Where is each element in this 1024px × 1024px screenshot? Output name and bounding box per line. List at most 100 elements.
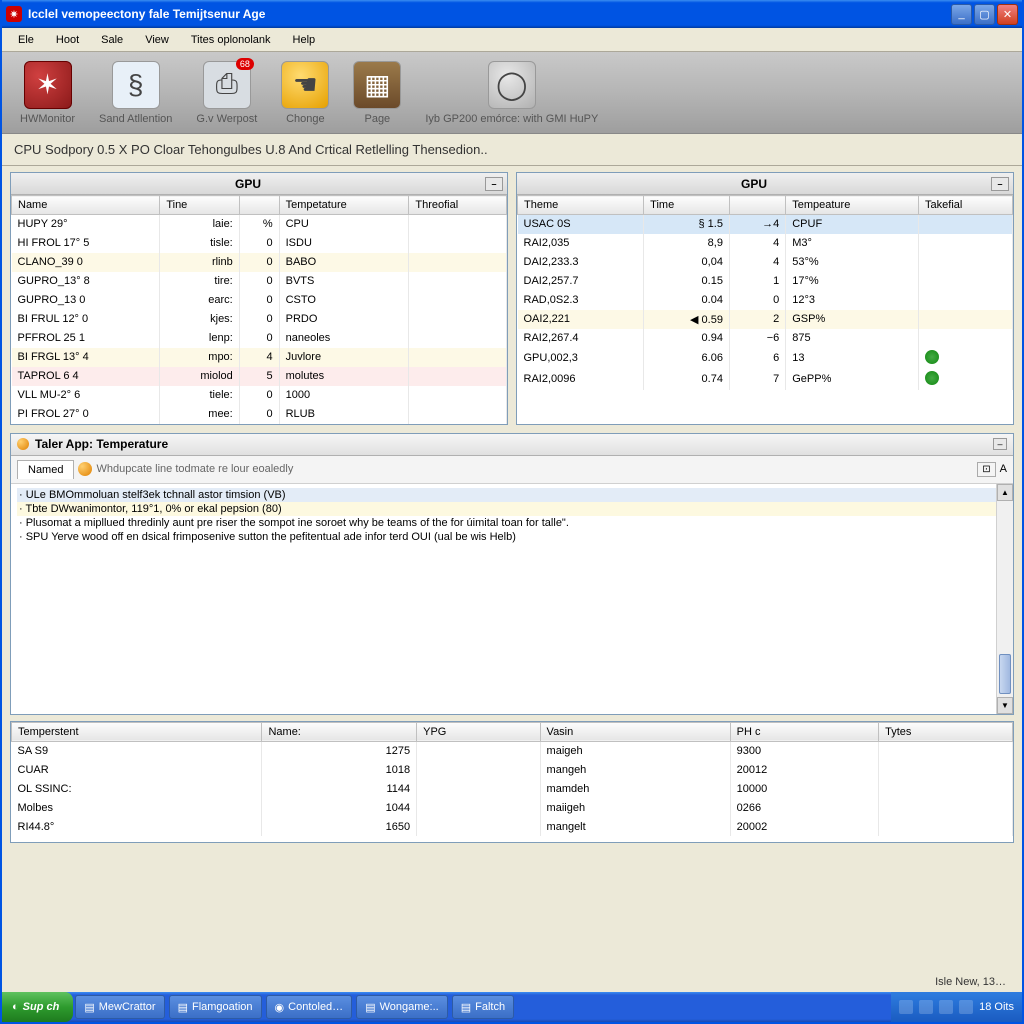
toolbar-page[interactable]: ▦Page xyxy=(345,57,409,129)
cell xyxy=(409,310,507,329)
cell: OAI2,221 xyxy=(518,310,644,329)
log-scrollbar[interactable]: ▲▼ xyxy=(996,484,1013,714)
table-row[interactable]: GUPRO_13 0earc:0CSTO xyxy=(12,291,507,310)
col-header[interactable]: Name: xyxy=(262,722,417,741)
toolbar-chonge[interactable]: ☚Chonge xyxy=(273,57,337,129)
toolbar-sand-atllention[interactable]: §Sand Atllention xyxy=(91,57,180,129)
cell: 4 xyxy=(239,348,279,367)
toolbar-icon: § xyxy=(112,61,160,109)
table-row[interactable]: PI FROL 27° 0mee:0RLUB xyxy=(12,405,507,424)
log-tab-named[interactable]: Named xyxy=(17,460,74,479)
log-line[interactable]: · SPU Yerve wood off en dsical frimposen… xyxy=(17,530,1007,544)
col-header[interactable]: Vasin xyxy=(540,722,730,741)
cell: Molbes xyxy=(12,798,262,817)
table-row[interactable]: RAD,0S2.30.04012°3 xyxy=(518,291,1013,310)
tray-icon[interactable] xyxy=(939,1000,953,1014)
col-header[interactable] xyxy=(729,196,785,215)
cell: ISDU xyxy=(279,234,409,253)
col-header[interactable]: Tempeature xyxy=(786,196,919,215)
col-header[interactable]: YPG xyxy=(417,722,540,741)
cell xyxy=(409,405,507,424)
col-header[interactable]: Tempetature xyxy=(279,196,409,215)
log-body[interactable]: · ULe BMOmmoluan stelf3ek tchnall astor … xyxy=(11,484,1013,714)
col-header[interactable]: Name xyxy=(12,196,160,215)
log-line[interactable]: · Plusomat a mipllued thredinly aunt pre… xyxy=(17,516,1007,530)
bottom-grid[interactable]: TemperstentName:YPGVasinPH cTytesSA S912… xyxy=(11,722,1013,837)
toolbar-g-v-werpost[interactable]: ⎙68G.v Werpost xyxy=(188,57,265,129)
col-header[interactable]: PH c xyxy=(730,722,878,741)
taskbar-item[interactable]: ▤Faltch xyxy=(452,995,514,1019)
right-grid[interactable]: ThemeTime TempeatureTakefialUSAC 0S§ 1.5→… xyxy=(517,195,1013,390)
menu-ele[interactable]: Ele xyxy=(8,31,44,49)
cell: 4 xyxy=(729,253,785,272)
bottom-grid-wrap[interactable]: TemperstentName:YPGVasinPH cTytesSA S912… xyxy=(10,721,1014,843)
tray-icon[interactable] xyxy=(919,1000,933,1014)
col-header[interactable]: Threofial xyxy=(409,196,507,215)
col-header[interactable]: Tine xyxy=(160,196,239,215)
col-header[interactable]: Tytes xyxy=(879,722,1013,741)
col-header[interactable]: Time xyxy=(644,196,730,215)
cell xyxy=(919,253,1013,272)
log-collapse[interactable]: – xyxy=(993,438,1007,450)
col-header[interactable]: Takefial xyxy=(919,196,1013,215)
tray-icon[interactable] xyxy=(959,1000,973,1014)
log-line[interactable]: · ULe BMOmmoluan stelf3ek tchnall astor … xyxy=(17,488,1007,502)
table-row[interactable]: RAI2,0358,94M3° xyxy=(518,234,1013,253)
task-label: MewCrattor xyxy=(99,1001,156,1013)
taskbar-item[interactable]: ▤Flamgoation xyxy=(169,995,262,1019)
cell: 0.94 xyxy=(644,329,730,348)
menu-tites oplonolank[interactable]: Tites oplonolank xyxy=(181,31,281,49)
taskbar-item[interactable]: ◉Contoled… xyxy=(266,995,353,1019)
table-row[interactable]: OL SSINC:1144mamdeh10000 xyxy=(12,779,1013,798)
table-row[interactable]: USAC 0S§ 1.5→4CPUF xyxy=(518,215,1013,234)
maximize-button[interactable]: ▢ xyxy=(974,4,995,25)
right-panel-collapse[interactable]: – xyxy=(991,177,1009,191)
menu-help[interactable]: Help xyxy=(283,31,326,49)
left-panel-collapse[interactable]: – xyxy=(485,177,503,191)
taskbar-item[interactable]: ▤Wongame:.. xyxy=(356,995,448,1019)
log-panel: Taler App: Temperature – Named Whdupcate… xyxy=(10,433,1014,715)
minimize-button[interactable]: _ xyxy=(951,4,972,25)
table-row[interactable]: GUPRO_13° 8tire:0BVTS xyxy=(12,272,507,291)
table-row[interactable]: HI FROL 17° 5tisle:0ISDU xyxy=(12,234,507,253)
col-header[interactable] xyxy=(239,196,279,215)
log-end-a[interactable]: A xyxy=(1000,463,1007,475)
table-row[interactable]: VLL MU-2° 6tiele:01000 xyxy=(12,386,507,405)
table-row[interactable]: CUAR1018mangeh20012 xyxy=(12,760,1013,779)
table-row[interactable]: RAI2,00960.747GePP% xyxy=(518,369,1013,390)
menu-view[interactable]: View xyxy=(135,31,179,49)
close-button[interactable]: ✕ xyxy=(997,4,1018,25)
table-row[interactable]: CLANO_39 0rlinb0BABO xyxy=(12,253,507,272)
left-grid[interactable]: NameTine TempetatureThreofialHUPY 29°laie… xyxy=(11,195,507,424)
taskbar-item[interactable]: ▤MewCrattor xyxy=(75,995,164,1019)
table-row[interactable]: RAI2,267.40.94−6875 xyxy=(518,329,1013,348)
table-row[interactable]: GPU,002,36.06613 xyxy=(518,348,1013,369)
table-row[interactable]: BI FRGL 13° 4mpo:4Juvlore xyxy=(12,348,507,367)
table-row[interactable]: RI44.8°1650mangelt20002 xyxy=(12,817,1013,836)
log-line[interactable]: · Tbte DWwanimontor, 119°1, 0% or ekal p… xyxy=(17,502,1007,516)
table-row[interactable]: SA S91275maigeh9300 xyxy=(12,741,1013,760)
col-header[interactable]: Theme xyxy=(518,196,644,215)
table-row[interactable]: BI FRUL 12° 0kjes:0PRDO xyxy=(12,310,507,329)
cell: 1000 xyxy=(279,386,409,405)
menu-sale[interactable]: Sale xyxy=(91,31,133,49)
col-header[interactable]: Temperstent xyxy=(12,722,262,741)
table-row[interactable]: Molbes1044maiigeh0266 xyxy=(12,798,1013,817)
tray-icon[interactable] xyxy=(899,1000,913,1014)
start-button[interactable]: ◐ Sup ch xyxy=(2,992,73,1022)
table-row[interactable]: OAI2,221◀ 0.592GSP% xyxy=(518,310,1013,329)
log-toggle[interactable]: ⊡ xyxy=(977,462,995,477)
cell: 0.04 xyxy=(644,291,730,310)
table-row[interactable]: PFFROL 25 1lenp:0naneoles xyxy=(12,329,507,348)
menu-hoot[interactable]: Hoot xyxy=(46,31,89,49)
tray-clock: 18 Oits xyxy=(979,1001,1014,1013)
tray-hint-text: Isle New, 13… xyxy=(935,976,1006,988)
table-row[interactable]: DAI2,233.30,04453°% xyxy=(518,253,1013,272)
toolbar-hwmonitor[interactable]: ✶HWMonitor xyxy=(12,57,83,129)
table-row[interactable]: TAPROL 6 4miolod5molutes xyxy=(12,367,507,386)
table-row[interactable]: HUPY 29°laie:%CPU xyxy=(12,215,507,234)
toolbar-iyb-gp200-em-rce-with-gmi-hupy[interactable]: ◯Iyb GP200 emórce: with GMI HuPY xyxy=(417,57,606,129)
system-tray[interactable]: 18 Oits xyxy=(891,992,1022,1022)
table-row[interactable]: DAI2,257.70.15117°% xyxy=(518,272,1013,291)
cell xyxy=(919,291,1013,310)
